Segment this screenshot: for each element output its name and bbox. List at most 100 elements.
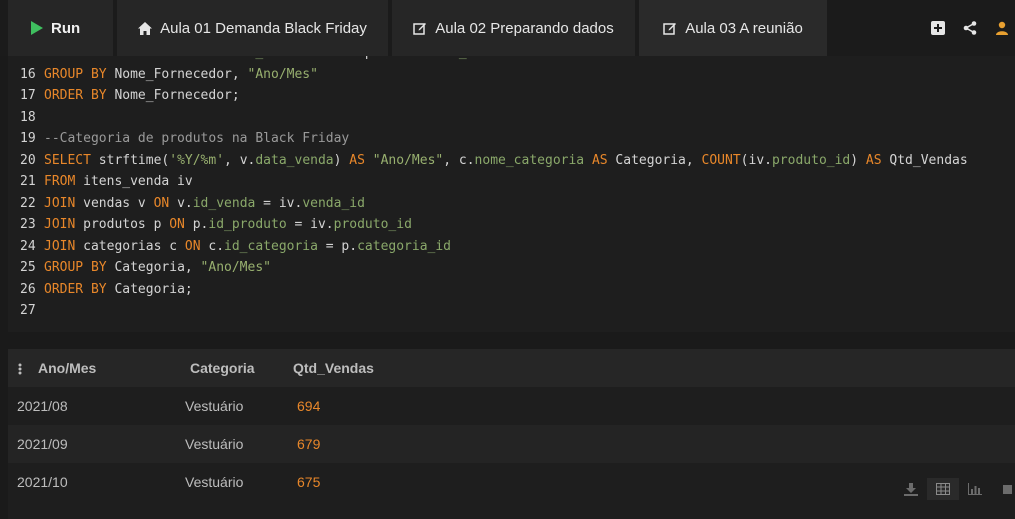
tab-aula-03-label: Aula 03 A reunião — [685, 19, 803, 37]
line-number: 19 — [20, 131, 36, 146]
column-menu-icon[interactable] — [18, 349, 22, 387]
code-token: , v. — [224, 152, 256, 168]
code-line[interactable]: 22 JOIN vendas v ON v.id_venda = iv.venda… — [20, 193, 365, 215]
tab-aula-02-label: Aula 02 Preparando dados — [435, 19, 614, 37]
line-number: 18 — [20, 109, 36, 125]
line-number: 25 — [20, 260, 36, 275]
code-line[interactable]: 18 — [20, 107, 44, 129]
chart-view-icon[interactable] — [959, 478, 991, 500]
run-label: Run — [51, 19, 81, 37]
code-token: ) — [850, 152, 866, 168]
code-token: JOIN — [44, 195, 76, 211]
code-token: GROUP BY — [44, 66, 107, 82]
code-line[interactable]: 17 ORDER BY Nome_Fornecedor; — [20, 85, 240, 107]
cell-qtd-vendas: 675 — [297, 474, 321, 490]
table-row: 2021/09 Vestuário 679 — [8, 425, 1015, 463]
tab-aula-02[interactable]: Aula 02 Preparando dados — [392, 0, 635, 56]
code-line[interactable]: 27 — [20, 300, 44, 322]
code-editor[interactable]: 15JOIN Fornecedores f ON f.id_fornecedor… — [8, 56, 1015, 332]
code-line[interactable]: 15JOIN Fornecedores f ON f.id_fornecedor… — [20, 56, 482, 64]
code-line[interactable]: 16 GROUP BY Nome_Fornecedor, "Ano/Mes" — [20, 64, 318, 86]
edit-icon — [663, 21, 677, 35]
home-icon — [138, 21, 153, 35]
cell-ano-mes: 2021/10 — [17, 474, 68, 490]
code-token: fornecedor_id — [381, 56, 483, 60]
line-number: 21 — [20, 174, 36, 189]
code-token: SELECT — [44, 152, 91, 168]
code-line[interactable]: 23 JOIN produtos p ON p.id_produto = iv.p… — [20, 214, 412, 236]
table-view-icon[interactable] — [927, 478, 959, 500]
code-token: id_categoria — [224, 238, 318, 254]
code-token: "Ano/Mes" — [372, 152, 444, 168]
results-toolbar — [895, 478, 1015, 500]
code-token: categoria_id — [357, 238, 452, 254]
code-token: produto_id — [771, 152, 851, 168]
code-token: ON — [201, 56, 217, 60]
code-token: (iv. — [740, 152, 772, 168]
code-token: = iv. — [286, 217, 334, 232]
code-token: id_venda — [192, 195, 256, 211]
code-token: AS — [865, 152, 882, 168]
code-token: ON — [153, 195, 170, 211]
line-number: 26 — [20, 281, 36, 297]
code-token: Nome_Fornecedor, — [106, 66, 248, 82]
play-icon — [30, 21, 43, 35]
add-icon[interactable] — [930, 20, 946, 36]
code-token: vendas v — [75, 195, 154, 211]
header-qtd-vendas[interactable]: Qtd_Vendas — [293, 349, 374, 387]
cell-ano-mes: 2021/08 — [17, 398, 68, 414]
cell-ano-mes: 2021/09 — [17, 436, 68, 452]
code-token: id_produto — [208, 217, 287, 232]
download-icon[interactable] — [895, 478, 927, 500]
code-token: '%Y/%m' — [169, 152, 225, 168]
code-token: JOIN — [44, 56, 75, 60]
tab-aula-01-label: Aula 01 Demanda Black Friday — [160, 19, 367, 37]
code-token: JOIN — [44, 238, 76, 254]
code-token: c. — [200, 238, 225, 254]
header-categoria[interactable]: Categoria — [190, 349, 255, 387]
run-button[interactable]: Run — [8, 0, 113, 56]
code-token: FROM — [44, 174, 76, 189]
code-token: Nome_Fornecedor; — [106, 88, 240, 103]
code-line[interactable]: 20 SELECT strftime('%Y/%m', v.data_venda)… — [20, 150, 968, 172]
line-number: 24 — [20, 238, 36, 254]
tab-aula-01[interactable]: Aula 01 Demanda Black Friday — [117, 0, 388, 56]
code-token: f. — [216, 56, 240, 60]
line-number: 23 — [20, 217, 36, 232]
cell-categoria: Vestuário — [185, 474, 244, 490]
share-icon[interactable] — [962, 20, 978, 36]
line-number: 16 — [20, 66, 36, 82]
code-line[interactable]: 21 FROM itens_venda iv — [20, 171, 193, 193]
code-token: itens_venda iv — [75, 174, 193, 189]
code-token: id_fornecedor — [240, 56, 342, 60]
code-token: = p. — [341, 56, 380, 60]
edit-icon — [413, 21, 427, 35]
toolbar-icons — [930, 0, 1015, 56]
code-token: categorias c — [75, 238, 185, 254]
code-token: = p. — [317, 238, 358, 254]
code-token: strftime( — [90, 152, 170, 168]
code-token: Categoria; — [106, 281, 193, 297]
code-token: AS — [591, 152, 608, 168]
code-token: AS — [349, 152, 365, 168]
header-ano-mes[interactable]: Ano/Mes — [38, 349, 96, 387]
line-number: 22 — [20, 195, 36, 211]
code-token: JOIN — [44, 217, 76, 232]
code-token: data_venda — [255, 152, 334, 168]
code-token: Categoria, — [106, 260, 201, 275]
code-token: ORDER BY — [44, 88, 107, 103]
code-line[interactable]: 24 JOIN categorias c ON c.id_categoria = … — [20, 236, 451, 258]
code-line[interactable]: 26 ORDER BY Categoria; — [20, 279, 193, 301]
code-token: produtos p — [75, 217, 170, 232]
results-header: Ano/Mes Categoria Qtd_Vendas — [8, 349, 1015, 387]
code-token: nome_categoria — [474, 152, 585, 168]
tab-aula-03[interactable]: Aula 03 A reunião — [639, 0, 827, 56]
expand-icon[interactable] — [991, 478, 1015, 500]
code-line[interactable]: 25 GROUP BY Categoria, "Ano/Mes" — [20, 257, 271, 279]
user-icon[interactable] — [994, 20, 1010, 36]
code-token: Categoria, — [607, 152, 702, 168]
code-line[interactable]: 19 --Categoria de produtos na Black Frida… — [20, 128, 349, 150]
line-number: 15 — [20, 56, 44, 64]
